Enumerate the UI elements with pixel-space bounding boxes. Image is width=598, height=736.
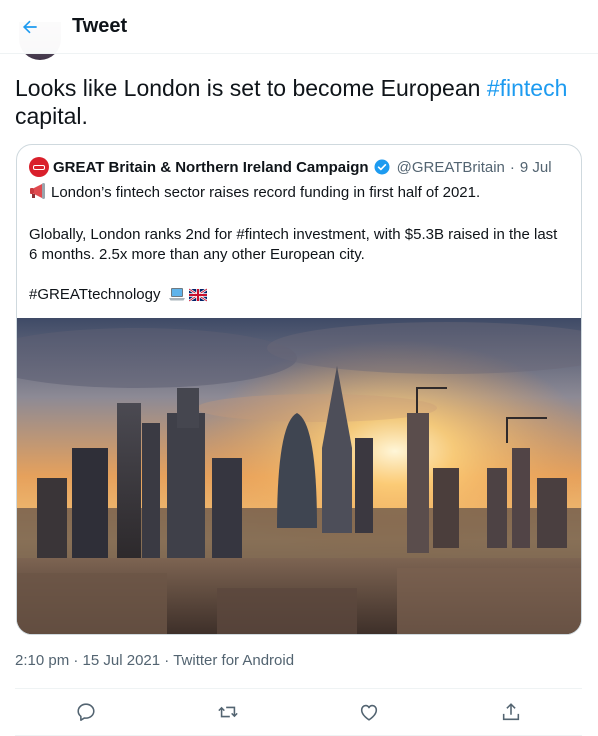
like-button[interactable] xyxy=(352,695,386,729)
quoted-line-1: London’s fintech sector raises record fu… xyxy=(51,184,481,201)
share-button[interactable] xyxy=(494,695,528,729)
reply-icon xyxy=(77,703,95,721)
hashtag-link[interactable]: #fintech xyxy=(487,75,568,101)
london-skyline-photo[interactable] xyxy=(17,318,581,634)
tweet-time[interactable]: 2:10 pm xyxy=(15,652,69,669)
megaphone-icon xyxy=(29,183,47,205)
page-title: Tweet xyxy=(72,15,128,37)
retweet-icon xyxy=(217,706,238,718)
meta-separator-2: · xyxy=(160,652,174,669)
quoted-paragraph-3: #GREATtechnology xyxy=(29,285,569,308)
tweet-text-start: Looks like London is set to become Europ… xyxy=(15,75,487,101)
verified-badge-icon xyxy=(373,158,391,176)
quoted-date[interactable]: 9 Jul xyxy=(520,159,552,176)
quoted-tweet-header: GREAT Britain & Northern Ireland Campaig… xyxy=(29,157,552,177)
back-button[interactable] xyxy=(12,9,48,45)
quoted-author-name[interactable]: GREAT Britain & Northern Ireland Campaig… xyxy=(53,159,369,176)
like-icon xyxy=(361,704,378,721)
quoted-tweet-body: London’s fintech sector raises record fu… xyxy=(29,183,569,308)
top-bar: Tweet xyxy=(0,0,598,54)
tweet-text-end: capital. xyxy=(15,103,88,129)
tweet-meta: 2:10 pm · 15 Jul 2021 · Twitter for Andr… xyxy=(15,652,294,669)
quoted-hashtag: #GREATtechnology xyxy=(29,286,161,303)
tweet-date[interactable]: 15 Jul 2021 xyxy=(83,652,161,669)
back-arrow-icon xyxy=(22,20,37,33)
laptop-icon xyxy=(168,286,186,308)
uk-flag-icon xyxy=(187,288,208,308)
separator-dot: · xyxy=(509,158,515,176)
quoted-paragraph-2: Globally, London ranks 2nd for #fintech … xyxy=(29,226,558,263)
quoted-paragraph-1: London’s fintech sector raises record fu… xyxy=(29,183,569,205)
action-bar xyxy=(15,689,582,735)
meta-separator-1: · xyxy=(69,652,83,669)
retweet-button[interactable] xyxy=(211,695,245,729)
tweet-text: Looks like London is set to become Europ… xyxy=(15,74,585,130)
share-icon xyxy=(503,703,520,721)
quoted-tweet[interactable]: GREAT Britain & Northern Ireland Campaig… xyxy=(16,144,582,635)
tweet-source[interactable]: Twitter for Android xyxy=(173,652,294,669)
quoted-author-handle[interactable]: @GREATBritain xyxy=(397,159,505,176)
quoted-avatar[interactable] xyxy=(29,157,49,177)
reply-button[interactable] xyxy=(69,695,103,729)
